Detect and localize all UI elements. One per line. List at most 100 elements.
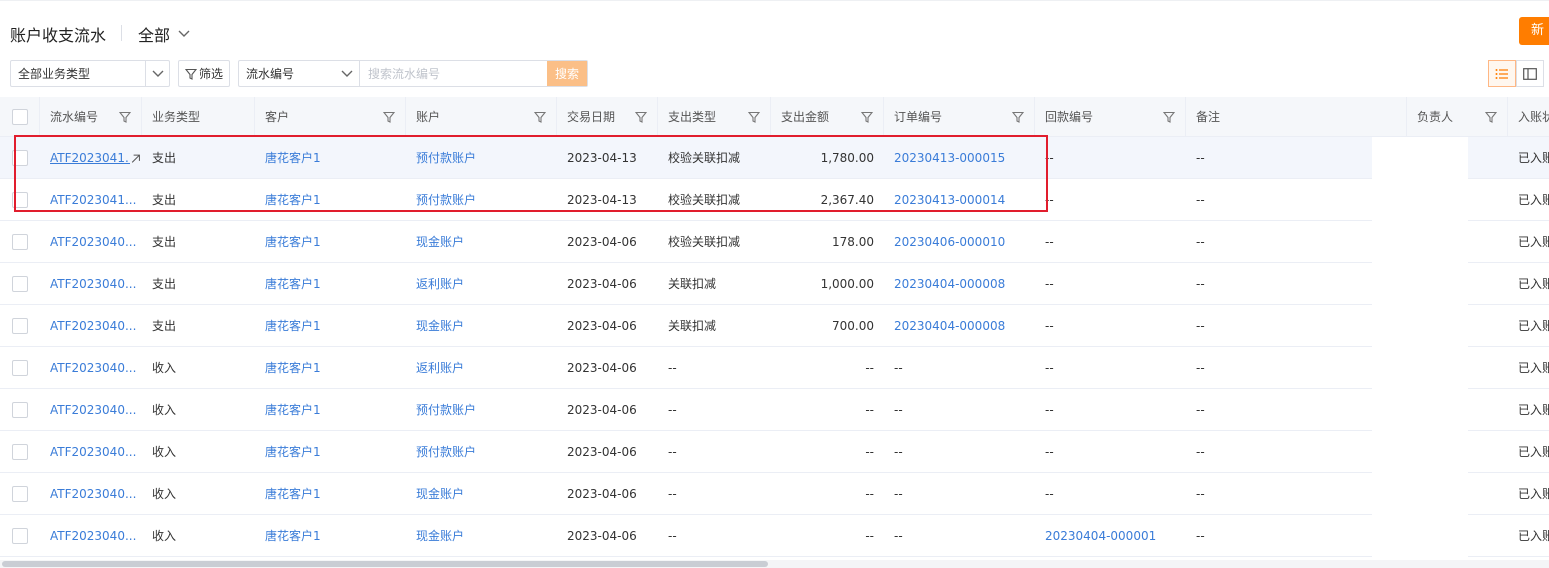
filter-icon[interactable]	[1163, 111, 1175, 123]
filter-icon[interactable]	[1485, 111, 1497, 123]
column-header[interactable]: 流水编号	[40, 97, 142, 136]
customer-link[interactable]: 唐花客户1	[265, 401, 321, 418]
card-view-toggle[interactable]	[1516, 60, 1544, 87]
account-cell: 预付款账户	[406, 137, 557, 178]
horizontal-scrollbar[interactable]	[0, 560, 1549, 568]
flow-no-link[interactable]: ATF2023040...	[50, 319, 136, 333]
column-header[interactable]: 入账状	[1508, 97, 1549, 136]
flow-no-link[interactable]: ATF2023040...	[50, 361, 136, 375]
table-row[interactable]: ATF2023040... 收入 唐花客户1 现金账户 2023-04-06 -…	[0, 473, 1549, 515]
filter-button[interactable]: 筛选	[178, 60, 230, 87]
customer-link[interactable]: 唐花客户1	[265, 191, 321, 208]
filter-icon[interactable]	[635, 111, 647, 123]
table-row[interactable]: ATF2023040... 支出 唐花客户1 现金账户 2023-04-06 校…	[0, 221, 1549, 263]
column-header[interactable]: 客户	[255, 97, 406, 136]
table-row[interactable]: ATF2023040... 收入 唐花客户1 预付款账户 2023-04-06 …	[0, 431, 1549, 473]
new-button[interactable]: 新	[1519, 17, 1549, 45]
customer-link[interactable]: 唐花客户1	[265, 233, 321, 250]
filter-icon[interactable]	[119, 111, 131, 123]
account-link[interactable]: 预付款账户	[416, 443, 476, 460]
filter-icon[interactable]	[534, 111, 546, 123]
column-header[interactable]: 支出类型	[658, 97, 771, 136]
customer-link[interactable]: 唐花客户1	[265, 275, 321, 292]
row-checkbox[interactable]	[12, 317, 28, 334]
row-checkbox[interactable]	[12, 527, 28, 544]
search-input[interactable]	[360, 61, 547, 86]
column-header[interactable]: 账户	[406, 97, 557, 136]
customer-link[interactable]: 唐花客户1	[265, 149, 321, 166]
payment-no-link[interactable]: 20230404-000001	[1045, 529, 1156, 543]
customer-link[interactable]: 唐花客户1	[265, 527, 321, 544]
date-cell: 2023-04-13	[567, 192, 637, 207]
flow-no-link[interactable]: ATF2023040...	[50, 403, 136, 417]
account-link[interactable]: 现金账户	[416, 233, 464, 250]
select-all-checkbox[interactable]	[11, 108, 28, 125]
row-checkbox[interactable]	[12, 401, 28, 418]
filter-icon[interactable]	[748, 111, 760, 123]
row-checkbox-cell	[0, 431, 40, 472]
payment-no-cell: --	[1045, 276, 1054, 291]
account-link[interactable]: 返利账户	[416, 359, 464, 376]
customer-link[interactable]: 唐花客户1	[265, 317, 321, 334]
column-header[interactable]: 交易日期	[557, 97, 658, 136]
account-cell: 现金账户	[406, 473, 557, 514]
column-header[interactable]: 负责人	[1407, 97, 1508, 136]
row-checkbox[interactable]	[12, 149, 28, 166]
column-header[interactable]: 备注	[1186, 97, 1407, 136]
account-link[interactable]: 预付款账户	[416, 191, 476, 208]
scrollbar-thumb[interactable]	[2, 561, 768, 567]
view-selector[interactable]: 全部	[138, 22, 190, 46]
biz-type-cell: 支出	[152, 277, 177, 291]
flow-no-link[interactable]: ATF2023041...	[50, 193, 136, 207]
table-row[interactable]: ATF2023040... 收入 唐花客户1 现金账户 2023-04-06 -…	[0, 515, 1549, 557]
table-row[interactable]: ATF2023040... 支出 唐花客户1 返利账户 2023-04-06 关…	[0, 263, 1549, 305]
table-row[interactable]: ATF2023041... 支出 唐花客户1 预付款账户 2023-04-13 …	[0, 137, 1549, 179]
row-checkbox[interactable]	[12, 275, 28, 292]
order-no-link[interactable]: 20230406-000010	[894, 235, 1005, 249]
order-no-link[interactable]: 20230404-000008	[894, 277, 1005, 291]
account-link[interactable]: 现金账户	[416, 485, 464, 502]
customer-link[interactable]: 唐花客户1	[265, 359, 321, 376]
account-link[interactable]: 预付款账户	[416, 401, 476, 418]
list-view-toggle[interactable]	[1488, 60, 1516, 87]
row-checkbox[interactable]	[12, 359, 28, 376]
column-header[interactable]: 支出金额	[771, 97, 884, 136]
row-checkbox[interactable]	[12, 191, 28, 208]
search-button[interactable]: 搜索	[547, 61, 587, 86]
flow-no-link[interactable]: ATF2023040...	[50, 529, 136, 543]
order-no-link[interactable]: 20230413-000014	[894, 193, 1005, 207]
table-row[interactable]: ATF2023040... 支出 唐花客户1 现金账户 2023-04-06 关…	[0, 305, 1549, 347]
search-field-select[interactable]: 流水编号	[239, 61, 360, 86]
account-link[interactable]: 现金账户	[416, 317, 464, 334]
column-header[interactable]: 订单编号	[884, 97, 1035, 136]
flow-no-link[interactable]: ATF2023040...	[50, 487, 136, 501]
biz-type-cell: 支出	[152, 319, 177, 333]
column-header[interactable]: 业务类型	[142, 97, 255, 136]
date-cell: 2023-04-06	[567, 486, 637, 501]
flow-no-link[interactable]: ATF2023041...	[50, 151, 136, 165]
flow-no-link[interactable]: ATF2023040...	[50, 445, 136, 459]
column-header[interactable]: 回款编号	[1035, 97, 1186, 136]
account-link[interactable]: 返利账户	[416, 275, 464, 292]
table-row[interactable]: ATF2023041... 支出 唐花客户1 预付款账户 2023-04-13 …	[0, 179, 1549, 221]
filter-icon[interactable]	[861, 111, 873, 123]
row-checkbox[interactable]	[12, 485, 28, 502]
open-link-icon[interactable]	[130, 150, 142, 165]
order-no-link[interactable]: 20230413-000015	[894, 151, 1005, 165]
status-cell: 已入账	[1518, 445, 1549, 459]
flow-no-link[interactable]: ATF2023040...	[50, 235, 136, 249]
customer-link[interactable]: 唐花客户1	[265, 443, 321, 460]
table-row[interactable]: ATF2023040... 收入 唐花客户1 返利账户 2023-04-06 -…	[0, 347, 1549, 389]
row-checkbox[interactable]	[12, 443, 28, 460]
row-checkbox[interactable]	[12, 233, 28, 250]
table-row[interactable]: ATF2023040... 收入 唐花客户1 预付款账户 2023-04-06 …	[0, 389, 1549, 431]
account-link[interactable]: 预付款账户	[416, 149, 476, 166]
customer-link[interactable]: 唐花客户1	[265, 485, 321, 502]
filter-icon[interactable]	[1012, 111, 1024, 123]
expense-type-cell: 关联扣减	[668, 319, 717, 333]
order-no-link[interactable]: 20230404-000008	[894, 319, 1005, 333]
flow-no-link[interactable]: ATF2023040...	[50, 277, 136, 291]
account-link[interactable]: 现金账户	[416, 527, 464, 544]
biz-type-select[interactable]: 全部业务类型	[10, 60, 170, 87]
filter-icon[interactable]	[383, 111, 395, 123]
